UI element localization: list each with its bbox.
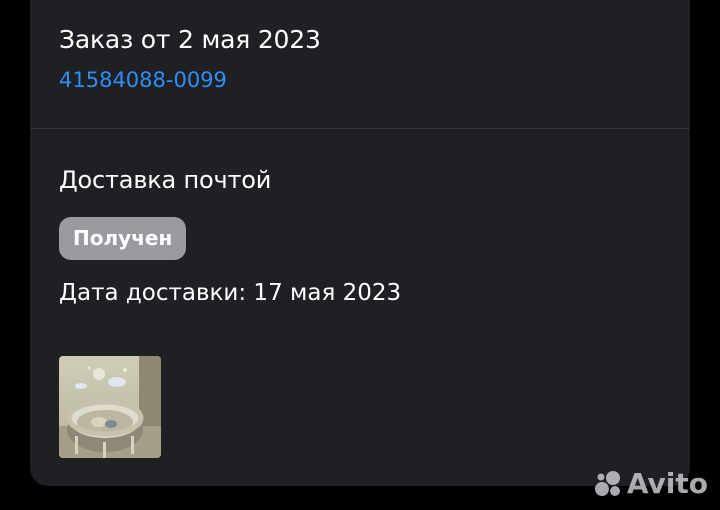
avito-watermark-text: Avito xyxy=(626,467,708,500)
product-thumbnail[interactable] xyxy=(59,356,161,458)
avito-logo-icon xyxy=(594,470,620,496)
status-badge: Получен xyxy=(59,217,187,260)
order-number-link[interactable]: 41584088-0099 xyxy=(59,68,227,92)
avito-watermark: Avito xyxy=(593,467,708,500)
baby-crib-image xyxy=(59,356,161,458)
divider xyxy=(30,128,690,129)
delivery-title: Доставка почтой xyxy=(59,166,272,194)
delivery-date: Дата доставки: 17 мая 2023 xyxy=(59,280,402,306)
order-title: Заказ от 2 мая 2023 xyxy=(59,25,321,54)
